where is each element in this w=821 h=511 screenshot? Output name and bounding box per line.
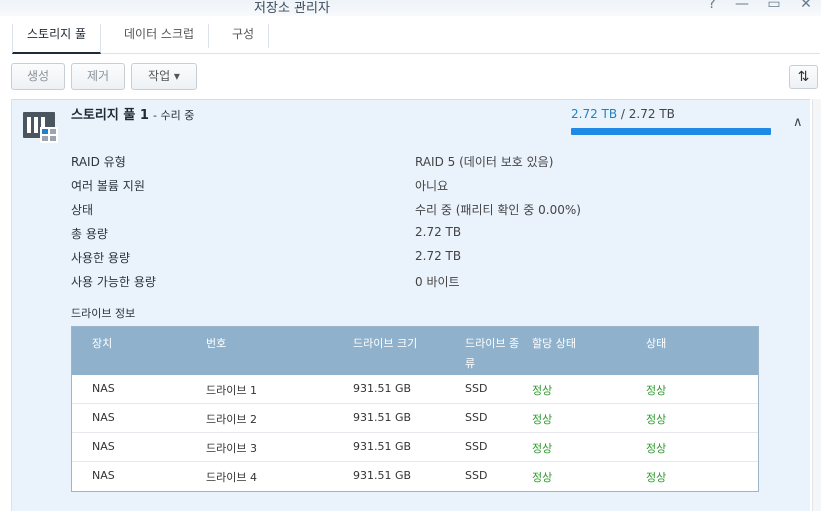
prop-raid-type-value: RAID 5 (데이터 보호 있음) xyxy=(415,155,554,169)
col-drive-size[interactable]: 드라이브 크기 xyxy=(353,334,417,354)
col-drive-type[interactable]: 드라이브 종류 xyxy=(465,334,527,374)
window-title: 저장소 관리자 xyxy=(254,1,330,16)
cell-allocation: 정상 xyxy=(532,442,553,455)
tab-data-scrub[interactable]: 데이터 스크럽 xyxy=(110,24,210,48)
table-row[interactable]: NAS 드라이브 4 931.51 GB SSD 정상 정상 xyxy=(72,462,758,491)
prop-available-label: 사용 가능한 용량 xyxy=(71,275,156,289)
cell-type: SSD xyxy=(465,469,488,482)
maximize-icon[interactable]: ▭ xyxy=(766,0,782,12)
table-row[interactable]: NAS 드라이브 3 931.51 GB SSD 정상 정상 xyxy=(72,433,758,462)
cell-number: 드라이브 3 xyxy=(206,442,257,455)
pool-status: - 수리 중 xyxy=(153,109,195,122)
cell-device: NAS xyxy=(92,382,115,395)
pool-title: 스토리지 풀 1 - 수리 중 xyxy=(71,104,194,123)
title-bar: 저장소 관리자 ? — ▭ ✕ xyxy=(0,0,821,16)
cell-type: SSD xyxy=(465,382,488,395)
create-button[interactable]: 생성 xyxy=(11,63,65,90)
minimize-icon[interactable]: — xyxy=(734,0,750,12)
cell-size: 931.51 GB xyxy=(353,382,412,395)
prop-status-label: 상태 xyxy=(71,203,94,217)
total-capacity: 2.72 TB xyxy=(628,107,675,121)
tab-settings[interactable]: 구성 xyxy=(218,24,270,48)
help-icon[interactable]: ? xyxy=(704,0,720,12)
capacity-separator: / xyxy=(617,107,629,121)
prop-raid-type-label: RAID 유형 xyxy=(71,155,126,169)
cell-allocation: 정상 xyxy=(532,471,553,484)
close-icon[interactable]: ✕ xyxy=(798,0,814,12)
cell-status: 정상 xyxy=(646,384,667,397)
prop-total-label: 총 용량 xyxy=(71,227,108,241)
collapse-icon[interactable]: ∧ xyxy=(793,115,803,130)
remove-button[interactable]: 제거 xyxy=(71,63,125,90)
cell-size: 931.51 GB xyxy=(353,440,412,453)
storage-pool-icon xyxy=(23,112,58,143)
cell-type: SSD xyxy=(465,440,488,453)
prop-status-value: 수리 중 (패리티 확인 중 0.00%) xyxy=(415,203,581,217)
scrollbar[interactable] xyxy=(812,99,821,511)
cell-allocation: 정상 xyxy=(532,384,553,397)
cell-status: 정상 xyxy=(646,442,667,455)
col-allocation-status[interactable]: 할당 상태 xyxy=(532,334,576,354)
action-dropdown-button[interactable]: 작업 ▾ xyxy=(131,63,197,90)
prop-multi-volume-label: 여러 볼륨 지원 xyxy=(71,179,145,193)
cell-device: NAS xyxy=(92,411,115,424)
tab-bar: 스토리지 풀 데이터 스크럽 구성 xyxy=(12,18,820,54)
drive-info-label: 드라이브 정보 xyxy=(71,307,136,320)
cell-number: 드라이브 1 xyxy=(206,384,257,397)
prop-available-value: 0 바이트 xyxy=(415,275,460,289)
col-status[interactable]: 상태 xyxy=(646,334,666,354)
cell-device: NAS xyxy=(92,469,115,482)
col-number[interactable]: 번호 xyxy=(206,334,226,354)
cell-number: 드라이브 2 xyxy=(206,413,257,426)
capacity-bar xyxy=(571,128,771,135)
used-capacity: 2.72 TB xyxy=(571,107,618,121)
drive-table: 장치 번호 드라이브 크기 드라이브 종류 할당 상태 상태 NAS 드라이브 … xyxy=(71,326,759,492)
cell-size: 931.51 GB xyxy=(353,411,412,424)
cell-device: NAS xyxy=(92,440,115,453)
table-row[interactable]: NAS 드라이브 2 931.51 GB SSD 정상 정상 xyxy=(72,404,758,433)
cell-status: 정상 xyxy=(646,413,667,426)
col-device[interactable]: 장치 xyxy=(92,334,112,354)
prop-total-value: 2.72 TB xyxy=(415,225,462,239)
sort-icon[interactable]: ⇅ xyxy=(789,65,818,89)
prop-used-value: 2.72 TB xyxy=(415,249,462,263)
table-row[interactable]: NAS 드라이브 1 931.51 GB SSD 정상 정상 xyxy=(72,375,758,404)
cell-number: 드라이브 4 xyxy=(206,471,257,484)
tab-storage-pool[interactable]: 스토리지 풀 xyxy=(12,24,102,54)
cell-allocation: 정상 xyxy=(532,413,553,426)
prop-multi-volume-value: 아니요 xyxy=(415,179,449,193)
prop-used-label: 사용한 용량 xyxy=(71,251,131,265)
pool-name: 스토리지 풀 1 xyxy=(71,108,149,123)
pool-capacity: 2.72 TB / 2.72 TB xyxy=(571,107,675,121)
table-header: 장치 번호 드라이브 크기 드라이브 종류 할당 상태 상태 xyxy=(72,327,758,375)
cell-size: 931.51 GB xyxy=(353,469,412,482)
cell-type: SSD xyxy=(465,411,488,424)
cell-status: 정상 xyxy=(646,471,667,484)
